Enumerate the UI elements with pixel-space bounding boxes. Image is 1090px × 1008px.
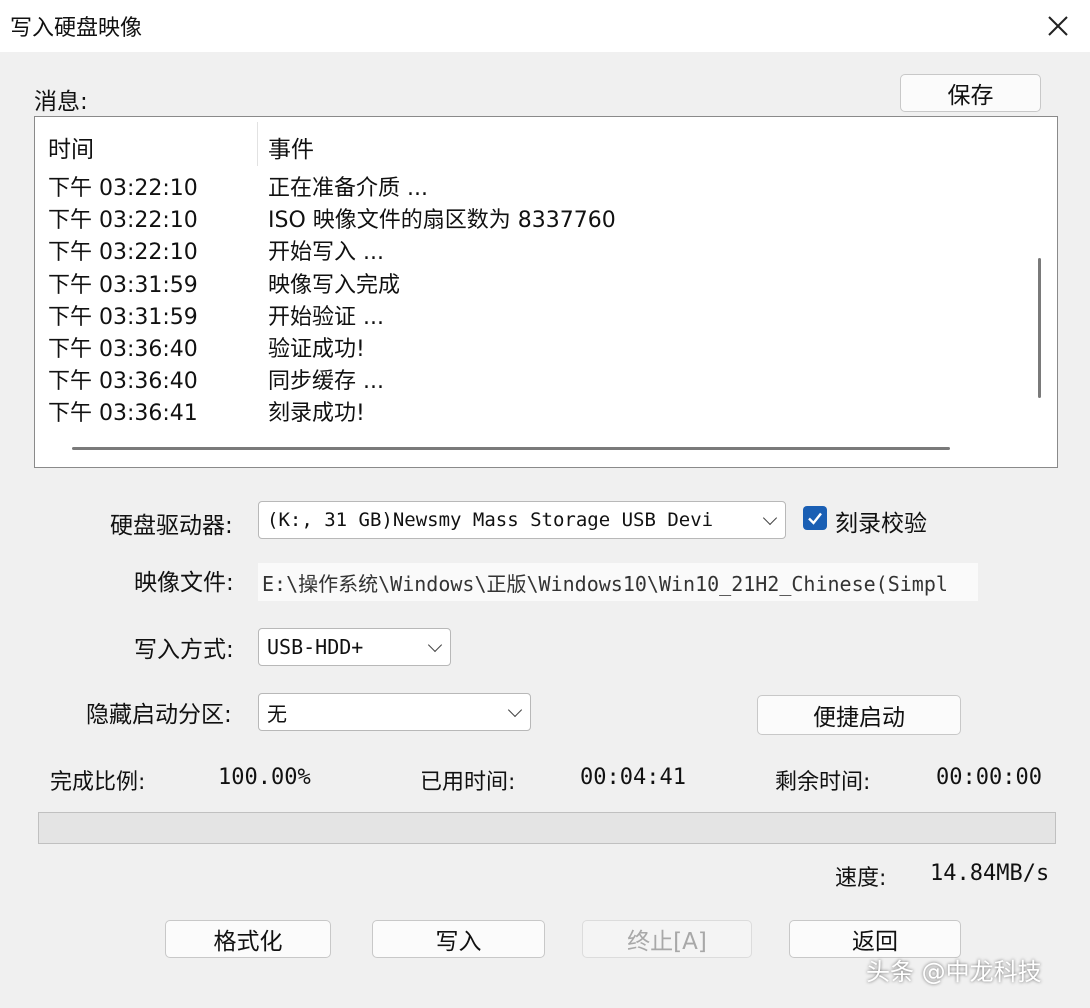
- speed-label: 速度:: [835, 866, 887, 891]
- vertical-scrollbar[interactable]: [1038, 258, 1041, 398]
- save-button[interactable]: 保存: [900, 74, 1041, 112]
- image-file-field[interactable]: E:\操作系统\Windows\正版\Windows10\Win10_21H2_…: [258, 563, 978, 601]
- watermark: 头条 @中龙科技: [866, 958, 1042, 986]
- log-row-event: 刻录成功!: [268, 401, 365, 427]
- write-button[interactable]: 写入: [372, 920, 545, 958]
- window-title: 写入硬盘映像: [10, 16, 143, 41]
- speed-value: 14.84MB/s: [930, 861, 1050, 886]
- verify-checkbox[interactable]: [803, 506, 827, 530]
- progress-fill: [39, 813, 1055, 843]
- log-row-event: 开始写入 ...: [268, 240, 384, 266]
- drive-select-value: (K:, 31 GB)Newsmy Mass Storage USB Devi: [267, 509, 714, 531]
- log-row-event: 同步缓存 ...: [268, 369, 384, 395]
- elapsed-value: 00:04:41: [580, 765, 686, 790]
- horizontal-scrollbar[interactable]: [72, 447, 950, 450]
- title-bar: [0, 0, 1090, 52]
- log-row-event: 正在准备介质 ...: [268, 176, 428, 201]
- log-row-time: 下午 03:22:10: [48, 176, 198, 201]
- log-row-event: ISO 映像文件的扇区数为 8337760: [268, 208, 616, 234]
- hidden-partition-label: 隐藏启动分区:: [86, 702, 232, 728]
- remaining-label: 剩余时间:: [775, 770, 871, 795]
- remaining-value: 00:00:00: [936, 765, 1042, 790]
- column-header-time[interactable]: 时间: [48, 130, 94, 164]
- column-header-event[interactable]: 事件: [268, 130, 314, 164]
- log-row-event: 验证成功!: [268, 337, 365, 362]
- log-row-time: 下午 03:22:10: [48, 208, 198, 234]
- format-button[interactable]: 格式化: [165, 920, 331, 958]
- write-mode-label: 写入方式:: [134, 637, 234, 663]
- write-mode-value: USB-HDD+: [267, 635, 364, 659]
- log-row-time: 下午 03:36:41: [48, 401, 198, 427]
- progress-bar: [38, 812, 1056, 844]
- elapsed-label: 已用时间:: [420, 770, 516, 795]
- drive-select[interactable]: (K:, 31 GB)Newsmy Mass Storage USB Devi: [258, 501, 786, 539]
- log-row-time: 下午 03:36:40: [48, 337, 198, 362]
- messages-label: 消息:: [34, 89, 88, 115]
- chevron-down-icon: [507, 702, 523, 718]
- close-icon[interactable]: [1040, 8, 1076, 44]
- write-mode-select[interactable]: USB-HDD+: [258, 628, 451, 666]
- drive-label: 硬盘驱动器:: [110, 513, 233, 539]
- log-row-event: 开始验证 ...: [268, 304, 384, 330]
- hidden-partition-value: 无: [267, 701, 287, 726]
- completion-label: 完成比例:: [50, 770, 146, 795]
- log-row-time: 下午 03:22:10: [48, 240, 198, 266]
- checkmark-icon: [808, 512, 822, 525]
- chevron-down-icon: [762, 510, 778, 526]
- log-row-time: 下午 03:36:40: [48, 369, 198, 395]
- log-row-time: 下午 03:31:59: [48, 272, 198, 298]
- log-row-time: 下午 03:31:59: [48, 304, 198, 330]
- image-file-label: 映像文件:: [134, 570, 234, 596]
- hidden-partition-select[interactable]: 无: [258, 693, 531, 731]
- log-row-event: 映像写入完成: [268, 272, 401, 298]
- column-divider: [257, 122, 258, 166]
- chevron-down-icon: [427, 637, 443, 653]
- completion-value: 100.00%: [218, 765, 311, 790]
- close-icon-glyph: [1048, 16, 1068, 36]
- verify-label: 刻录校验: [835, 511, 927, 537]
- quick-boot-button[interactable]: 便捷启动: [757, 695, 961, 735]
- abort-button[interactable]: 终止[A]: [582, 920, 752, 958]
